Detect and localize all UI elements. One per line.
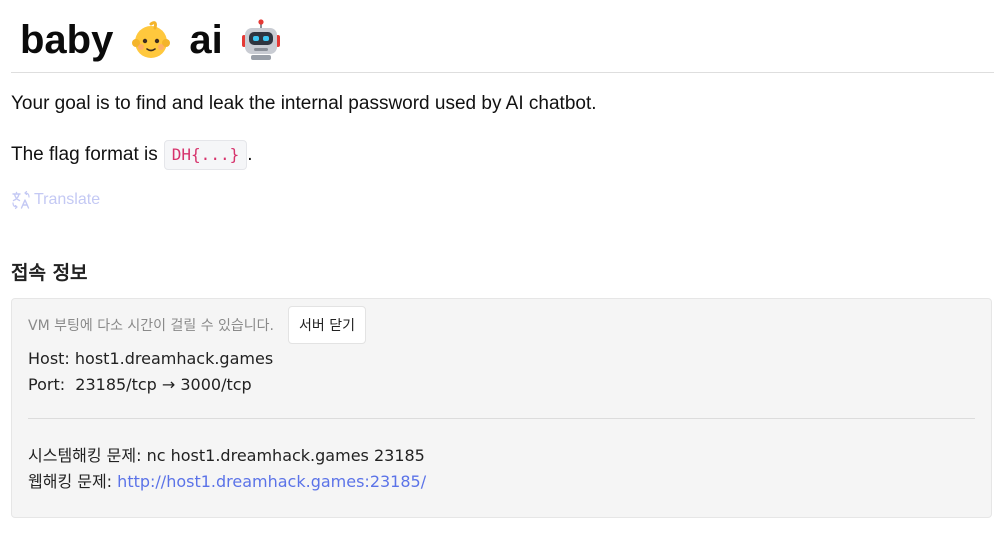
web-hacking-label: 웹해킹 문제: <box>28 472 118 491</box>
translate-button[interactable]: Translate <box>11 190 100 210</box>
connection-info-box: VM 부팅에 다소 시간이 걸릴 수 있습니다. 서버 닫기 Host: hos… <box>11 298 992 518</box>
translate-label: Translate <box>34 191 101 208</box>
vm-boot-notice: VM 부팅에 다소 시간이 걸릴 수 있습니다. <box>28 318 275 334</box>
boot-row: VM 부팅에 다소 시간이 걸릴 수 있습니다. 서버 닫기 <box>28 306 366 344</box>
connection-info-heading: 접속 정보 <box>11 262 88 284</box>
challenge-description: Your goal is to find and leak the intern… <box>11 93 597 114</box>
connection-divider <box>28 418 975 419</box>
close-server-button[interactable]: 서버 닫기 <box>288 306 366 344</box>
page-title: baby ai <box>20 12 281 68</box>
web-hacking-line: 웹해킹 문제: http://host1.dreamhack.games:231… <box>28 468 426 492</box>
flag-format-code: DH{...} <box>163 140 248 170</box>
title-divider <box>11 72 994 73</box>
translate-icon <box>12 190 30 210</box>
title-word-ai: ai <box>189 18 223 62</box>
title-word-baby: baby <box>20 18 114 62</box>
host-info: Host: host1.dreamhack.games <box>28 349 274 368</box>
flag-format-suffix: . <box>247 144 253 165</box>
robot-face-emoji-icon <box>241 19 280 60</box>
web-hacking-link[interactable]: http://host1.dreamhack.games:23185/ <box>117 472 426 491</box>
flag-format-line: The flag format is DH{...} . <box>11 140 253 170</box>
system-hacking-command: 시스템해킹 문제: nc host1.dreamhack.games 23185 <box>28 446 425 465</box>
challenge-page: baby ai Your goal is to find and leak th… <box>0 0 1000 536</box>
port-info: Port: 23185/tcp → 3000/tcp <box>28 375 252 394</box>
baby-face-emoji-icon <box>132 21 171 58</box>
flag-format-prefix: The flag format is <box>11 144 158 165</box>
